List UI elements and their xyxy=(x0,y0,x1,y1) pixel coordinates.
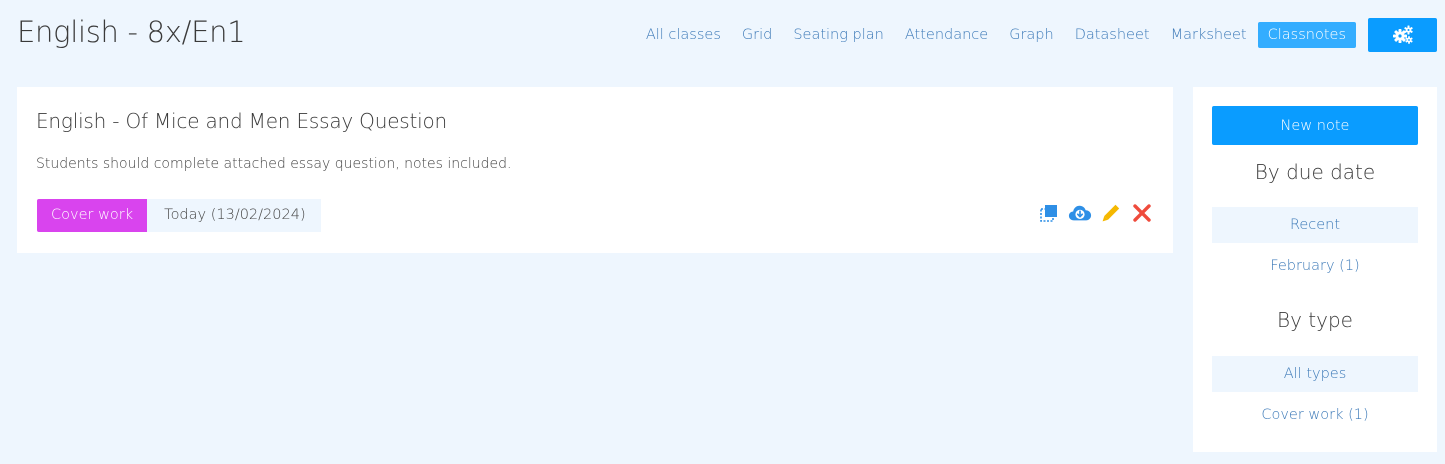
filter-february[interactable]: February (1) xyxy=(1212,248,1418,284)
new-note-button[interactable]: New note xyxy=(1212,106,1418,145)
by-type-heading: By type xyxy=(1277,308,1353,332)
nav-grid[interactable]: Grid xyxy=(742,27,772,43)
note-description: Students should complete attached essay … xyxy=(36,156,512,172)
filter-cover-work[interactable]: Cover work (1) xyxy=(1212,397,1418,433)
nav-graph[interactable]: Graph xyxy=(1009,27,1053,43)
filter-recent[interactable]: Recent xyxy=(1212,207,1418,243)
classnotes-page: English - 8x/En1 All classes Grid Seatin… xyxy=(0,0,1445,464)
class-nav: All classes Grid Seating plan Attendance… xyxy=(625,18,1437,52)
note-due-date: Today (13/02/2024) xyxy=(147,199,321,232)
copy-icon xyxy=(1040,205,1057,222)
note-tags: Cover work Today (13/02/2024) xyxy=(37,199,321,232)
download-note-button[interactable] xyxy=(1068,201,1092,225)
delete-icon xyxy=(1133,204,1151,222)
delete-note-button[interactable] xyxy=(1130,201,1154,225)
notes-sidebar: New note By due date Recent February (1)… xyxy=(1193,87,1437,452)
nav-classnotes[interactable]: Classnotes xyxy=(1257,22,1356,48)
nav-attendance[interactable]: Attendance xyxy=(905,27,988,43)
gears-icon xyxy=(1392,25,1413,44)
by-due-date-heading: By due date xyxy=(1254,160,1376,184)
note-title: English - Of Mice and Men Essay Question xyxy=(36,109,448,133)
class-title: English - 8x/En1 xyxy=(17,15,246,49)
nav-all-classes[interactable]: All classes xyxy=(646,27,721,43)
note-card: English - Of Mice and Men Essay Question… xyxy=(17,87,1173,253)
edit-note-button[interactable] xyxy=(1099,201,1123,225)
nav-datasheet[interactable]: Datasheet xyxy=(1075,27,1150,43)
cloud-download-icon xyxy=(1068,205,1092,221)
copy-note-button[interactable] xyxy=(1037,201,1061,225)
pencil-icon xyxy=(1102,204,1120,222)
note-actions xyxy=(1037,201,1154,225)
settings-button[interactable] xyxy=(1368,18,1437,52)
note-type-badge: Cover work xyxy=(37,199,148,232)
filter-all-types[interactable]: All types xyxy=(1212,356,1418,392)
nav-marksheet[interactable]: Marksheet xyxy=(1171,27,1247,43)
nav-seating-plan[interactable]: Seating plan xyxy=(793,27,884,43)
